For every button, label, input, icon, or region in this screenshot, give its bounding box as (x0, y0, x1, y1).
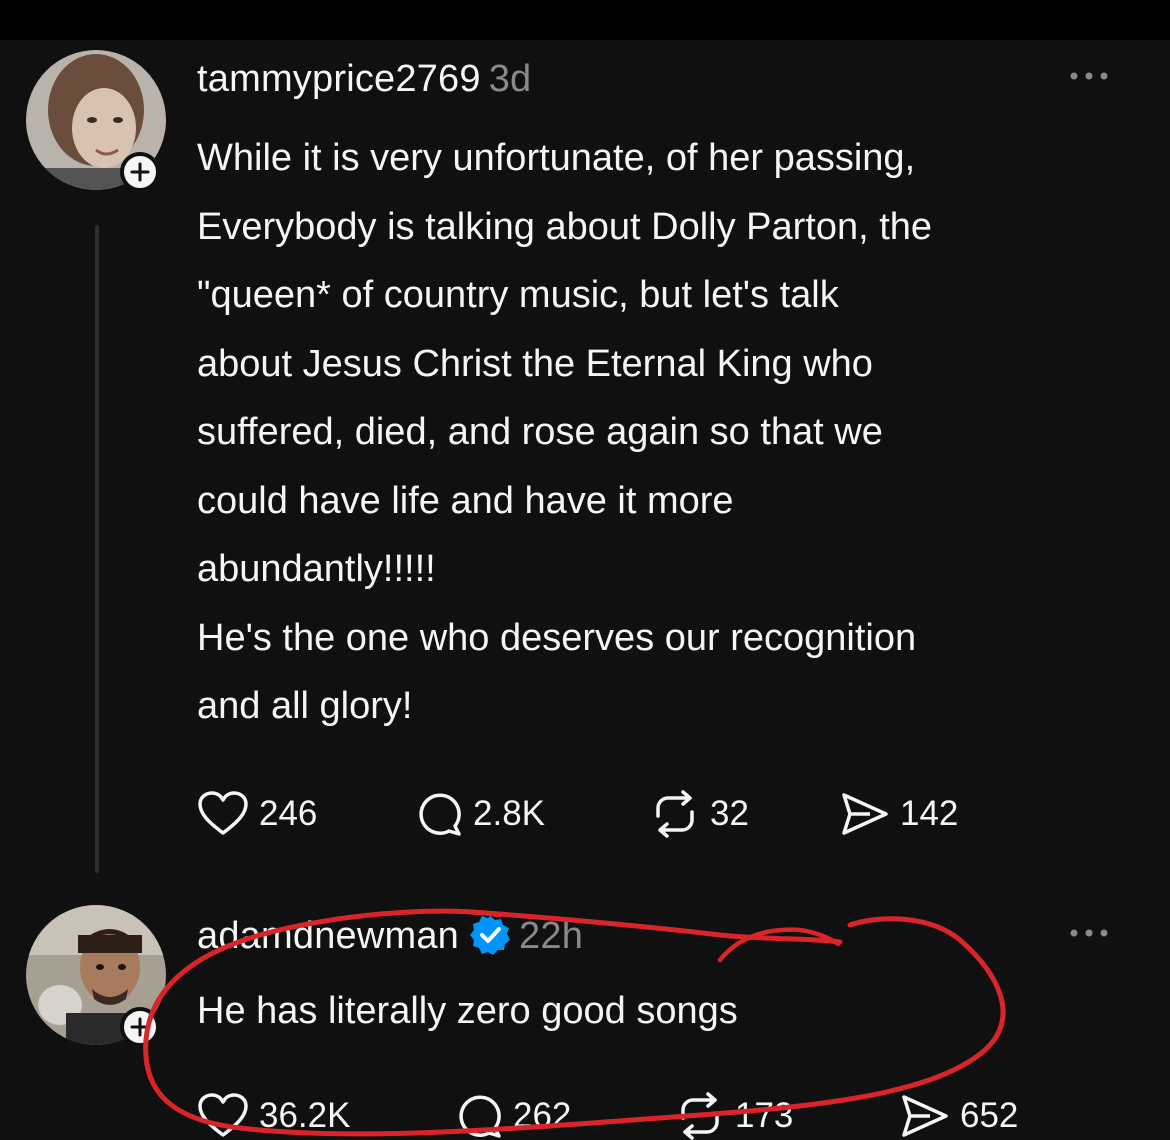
send-icon (902, 1095, 948, 1137)
post-adamdnewman: adamdnewman 22h He has literally zero go… (0, 880, 1170, 1140)
comment-icon (419, 793, 461, 836)
reply-count: 262 (513, 1096, 572, 1135)
post-text: While it is very unfortunate, of her pas… (197, 137, 933, 727)
verified-badge-icon (470, 915, 511, 955)
post-text: He has literally zero good songs (197, 990, 738, 1032)
like-count: 36.2K (259, 1096, 351, 1135)
heart-icon (198, 1093, 248, 1137)
plus-icon (130, 1017, 150, 1037)
plus-icon (130, 162, 150, 182)
timestamp: 22h (519, 915, 584, 957)
repost-count: 32 (710, 794, 749, 833)
thread-line (95, 225, 99, 873)
send-icon (842, 793, 888, 835)
timestamp: 3d (488, 58, 532, 100)
heart-icon (198, 791, 248, 835)
like-count: 246 (259, 794, 318, 833)
reply-count: 2.8K (473, 794, 545, 833)
action-bar: 36.2K 262 173 652 (197, 1092, 1018, 1140)
reply-button[interactable]: 262 (455, 1092, 675, 1140)
repost-button[interactable]: 32 (650, 790, 840, 838)
repost-count: 173 (735, 1096, 794, 1135)
username-line: tammyprice2769 3d (197, 58, 531, 101)
username-line: adamdnewman 22h (197, 915, 583, 958)
like-button[interactable]: 246 (197, 791, 415, 837)
share-button[interactable]: 652 (900, 1093, 1018, 1139)
post-tammyprice2769: tammyprice2769 3d While it is very unfort… (0, 0, 1170, 880)
share-count: 652 (960, 1096, 1019, 1135)
repost-icon (656, 790, 694, 838)
comment-icon (459, 1095, 501, 1138)
more-dots-icon[interactable] (1060, 923, 1120, 943)
reply-button[interactable]: 2.8K (415, 790, 650, 838)
like-button[interactable]: 36.2K (197, 1093, 455, 1139)
share-button[interactable]: 142 (840, 791, 958, 837)
share-count: 142 (900, 794, 959, 833)
repost-button[interactable]: 173 (675, 1092, 900, 1140)
follow-button[interactable] (120, 152, 160, 192)
username[interactable]: tammyprice2769 (197, 58, 481, 100)
action-bar: 246 2.8K 32 142 (197, 790, 958, 838)
more-dots-icon[interactable] (1060, 66, 1120, 86)
username[interactable]: adamdnewman (197, 915, 459, 957)
repost-icon (681, 1092, 719, 1140)
follow-button[interactable] (120, 1007, 160, 1047)
